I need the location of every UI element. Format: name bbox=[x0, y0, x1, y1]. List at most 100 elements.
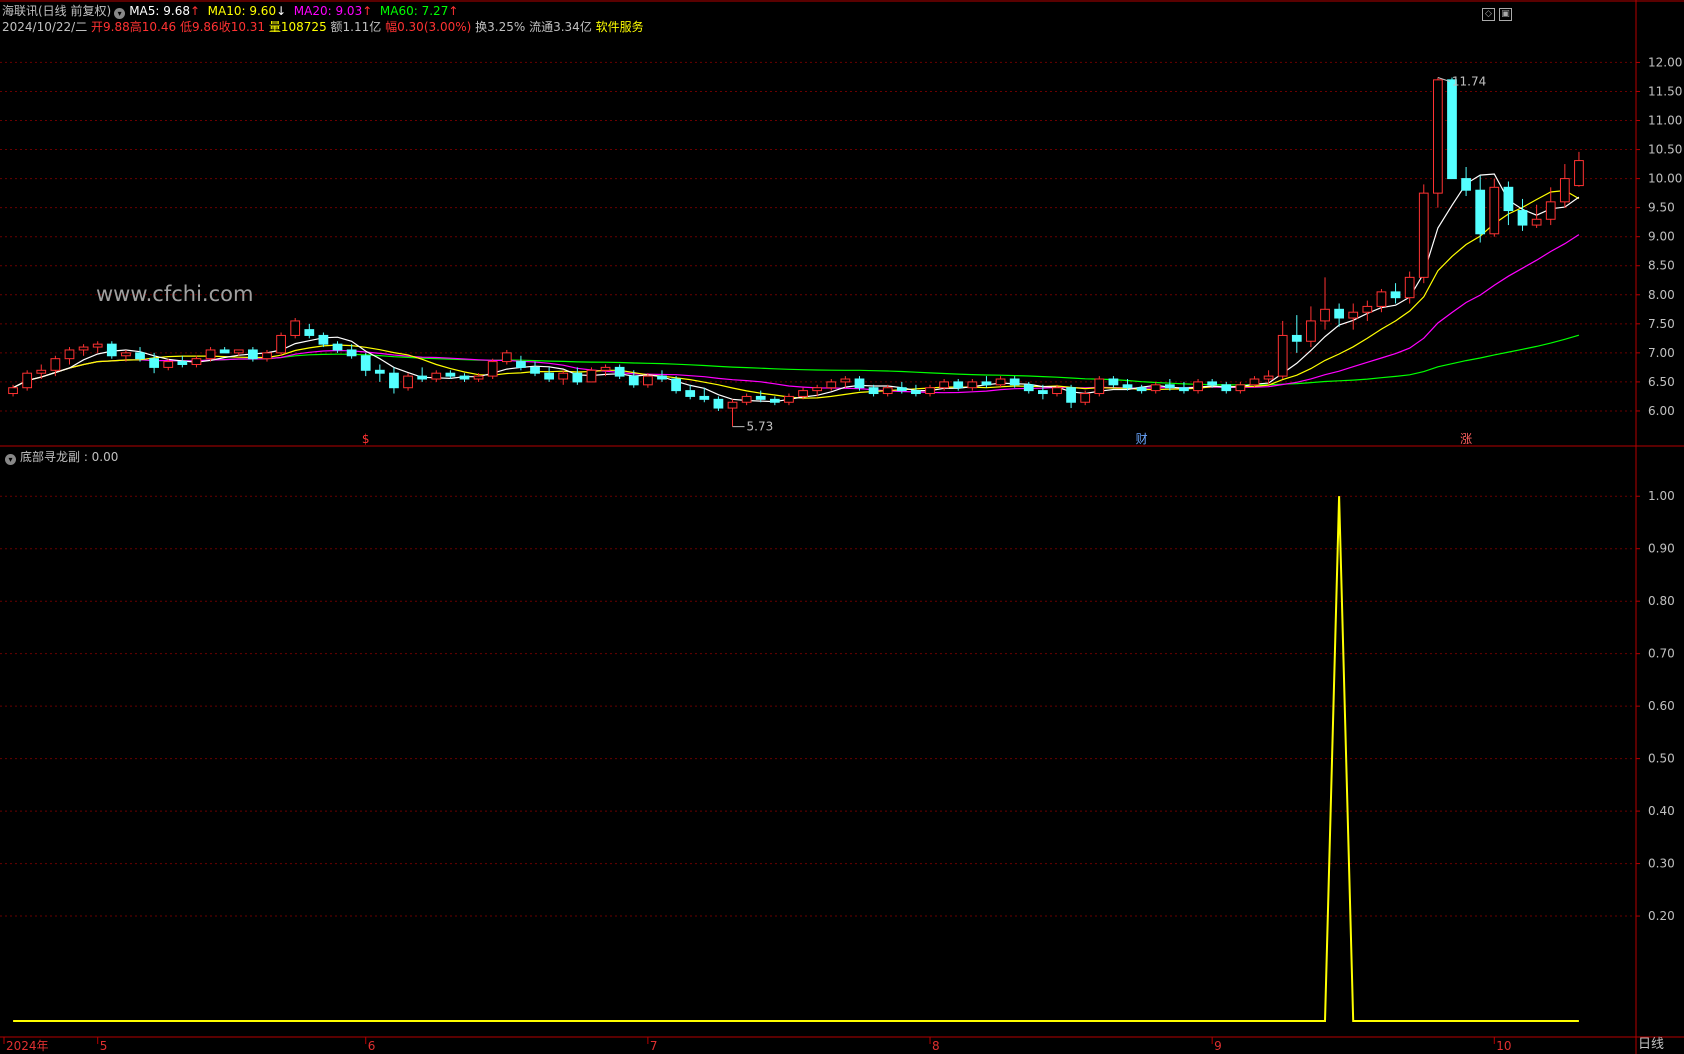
y-tick-label: 6.00 bbox=[1648, 404, 1675, 418]
sub-y-tick-label: 0.30 bbox=[1648, 857, 1675, 871]
candle-body bbox=[64, 349, 75, 360]
period-label[interactable]: 日线 bbox=[1638, 1033, 1664, 1052]
y-tick-label: 7.00 bbox=[1648, 346, 1675, 360]
y-tick-label: 9.50 bbox=[1648, 201, 1675, 215]
candle-body bbox=[1489, 186, 1500, 235]
candle-body bbox=[600, 366, 611, 371]
sub-y-tick-label: 0.80 bbox=[1648, 594, 1675, 608]
y-tick-label: 8.00 bbox=[1648, 288, 1675, 302]
quote-high: 高10.46 bbox=[129, 20, 177, 34]
candle-body bbox=[92, 343, 103, 348]
candle-body bbox=[925, 387, 935, 395]
candle-body bbox=[727, 401, 738, 409]
candle-body bbox=[1376, 291, 1387, 307]
candle-body bbox=[1320, 308, 1330, 322]
quote-date: 2024/10/22/二 bbox=[2, 20, 88, 34]
min-price-label: 5.73 bbox=[747, 420, 774, 434]
candle-body bbox=[1221, 384, 1232, 392]
quote-line: 2024/10/22/二 开9.88高10.46 低9.86收10.31 量10… bbox=[2, 19, 644, 35]
x-tick-label: 2024年 bbox=[6, 1039, 49, 1053]
candle-body bbox=[798, 390, 808, 397]
candle-body bbox=[346, 349, 357, 357]
candle-body bbox=[530, 366, 540, 374]
event-marker-s: $ bbox=[362, 432, 370, 446]
quote-low: 低9.86 bbox=[179, 20, 219, 34]
sub-y-tick-label: 0.60 bbox=[1648, 699, 1675, 713]
candle-body bbox=[614, 366, 625, 377]
y-tick-label: 7.50 bbox=[1648, 317, 1675, 331]
candle-body bbox=[389, 372, 399, 389]
candle-body bbox=[699, 395, 710, 400]
diamond-icon[interactable]: ◇ bbox=[1482, 8, 1495, 21]
sub-settings-dot-icon[interactable]: ▾ bbox=[5, 454, 16, 465]
candle-body bbox=[1503, 186, 1514, 212]
candle-body bbox=[459, 375, 470, 380]
candle-body bbox=[1545, 201, 1556, 220]
candle-body bbox=[360, 355, 371, 371]
candle-body bbox=[374, 369, 385, 374]
candle-body bbox=[22, 372, 33, 389]
sub-y-tick-label: 1.00 bbox=[1648, 489, 1675, 503]
x-tick-label: 10 bbox=[1496, 1039, 1511, 1053]
candle-body bbox=[1277, 334, 1288, 377]
window-toggle-icon[interactable]: ▣ bbox=[1499, 8, 1512, 21]
candle-body bbox=[318, 334, 329, 345]
quote-amount: 额1.11亿 bbox=[330, 20, 382, 34]
candle-body bbox=[1122, 384, 1133, 389]
candle-body bbox=[191, 358, 202, 365]
candle-body bbox=[558, 372, 569, 380]
candle-body bbox=[1306, 320, 1316, 342]
candle-body bbox=[1559, 178, 1570, 203]
candle-body bbox=[1362, 305, 1373, 313]
sub-indicator-label: 底部寻龙副 : 0.00 bbox=[20, 450, 119, 464]
candle-body bbox=[1348, 311, 1359, 319]
x-tick-label: 6 bbox=[368, 1039, 376, 1053]
candle-body bbox=[1235, 384, 1246, 392]
quote-float: 流通3.34亿 bbox=[529, 20, 592, 34]
candle-body bbox=[1404, 276, 1415, 299]
y-tick-label: 12.00 bbox=[1648, 55, 1682, 69]
candle-body bbox=[1052, 387, 1062, 395]
candle-body bbox=[1390, 291, 1401, 299]
ma60-legend: MA60: 7.27↑ bbox=[379, 4, 459, 18]
sub-y-tick-label: 0.20 bbox=[1648, 909, 1675, 923]
candle-body bbox=[784, 395, 794, 403]
chart-canvas: 12.00 11.50 11.00 10.50 10.00 9.50 9.00 8.50 8.0… bbox=[0, 0, 1684, 1054]
candle-body bbox=[205, 349, 216, 360]
event-marker-zhang: 涨 bbox=[1460, 431, 1472, 446]
candle-body bbox=[1531, 218, 1542, 226]
candle-body bbox=[1038, 390, 1048, 395]
sub-y-tick-label: 0.90 bbox=[1648, 542, 1675, 556]
candle-body bbox=[78, 346, 89, 351]
candle-body bbox=[1179, 387, 1189, 392]
candle-body bbox=[149, 358, 159, 368]
candle-body bbox=[417, 375, 428, 380]
candle-body bbox=[304, 329, 315, 336]
candle-body bbox=[1066, 387, 1076, 403]
candle-body bbox=[163, 361, 174, 368]
candle-body bbox=[882, 387, 893, 395]
candle-body bbox=[1193, 381, 1203, 392]
candle-body bbox=[1249, 378, 1260, 386]
candle-body bbox=[106, 343, 117, 357]
settings-dot-icon[interactable]: ▾ bbox=[114, 8, 126, 19]
candle-body bbox=[1108, 378, 1119, 386]
y-tick-label: 6.50 bbox=[1648, 375, 1675, 389]
candle-body bbox=[628, 375, 639, 386]
quote-open: 开9.88 bbox=[91, 20, 130, 34]
candle-body bbox=[995, 378, 1006, 386]
quote-change: 幅0.30(3.00%) bbox=[385, 20, 472, 34]
candle-body bbox=[332, 343, 343, 351]
event-marker-cai: 财 bbox=[1136, 432, 1148, 446]
ma10-legend: MA10: 9.60↓ bbox=[207, 4, 287, 18]
candle-body bbox=[1080, 393, 1091, 403]
x-tick-label: 5 bbox=[100, 1039, 108, 1053]
candle-body bbox=[981, 381, 992, 386]
candle-body bbox=[473, 375, 484, 380]
candle-body bbox=[1164, 384, 1175, 389]
y-tick-label: 10.50 bbox=[1648, 143, 1682, 157]
ma5-legend: MA5: 9.68↑ bbox=[129, 4, 201, 18]
ma60-line bbox=[12, 334, 1580, 389]
candle-body bbox=[445, 372, 456, 377]
candle-body bbox=[769, 398, 780, 403]
